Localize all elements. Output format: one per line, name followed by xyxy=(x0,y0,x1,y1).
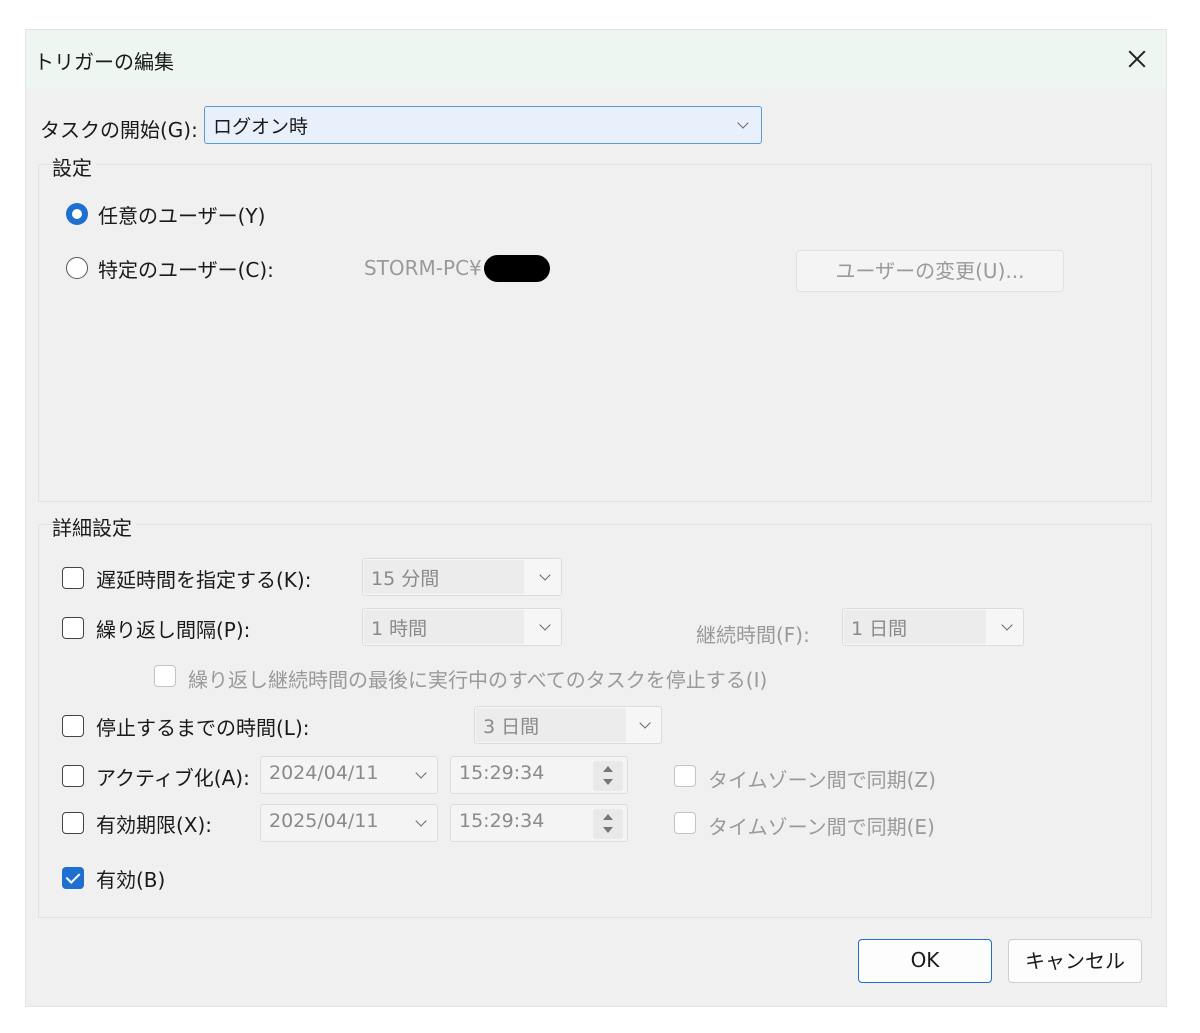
expire-checkbox[interactable] xyxy=(62,812,84,834)
any-user-label: 任意のユーザー(Y) xyxy=(98,204,266,228)
expire-time-spinner[interactable]: 15:29:34 xyxy=(450,804,628,842)
activate-time-spinner[interactable]: 15:29:34 xyxy=(450,756,628,794)
duration-value: 1 日間 xyxy=(851,618,908,640)
activate-date-picker[interactable]: 2024/04/11 xyxy=(260,756,438,794)
close-icon[interactable] xyxy=(1108,30,1166,88)
user-name-text: STORM-PC¥ xyxy=(364,256,482,280)
activate-sync-label: タイムゾーン間で同期(Z) xyxy=(708,768,936,792)
stop-all-tasks-checkbox[interactable] xyxy=(154,665,176,687)
spinner-arrows-icon[interactable] xyxy=(593,809,623,839)
activate-date-value: 2024/04/11 xyxy=(269,762,379,784)
stop-after-select[interactable]: 3 日間 xyxy=(474,706,662,744)
advanced-settings-group-label: 詳細設定 xyxy=(52,512,136,541)
expire-time-value: 15:29:34 xyxy=(459,810,545,832)
chevron-down-icon xyxy=(539,619,551,631)
dialog-title: トリガーの編集 xyxy=(34,50,174,74)
repeat-label: 繰り返し間隔(P): xyxy=(96,618,251,642)
activate-sync-checkbox[interactable] xyxy=(674,765,696,787)
any-user-radio[interactable] xyxy=(66,203,88,225)
delay-checkbox[interactable] xyxy=(62,567,84,589)
expire-date-picker[interactable]: 2025/04/11 xyxy=(260,804,438,842)
expire-date-value: 2025/04/11 xyxy=(269,810,379,832)
expire-sync-checkbox[interactable] xyxy=(674,812,696,834)
ok-button[interactable]: OK xyxy=(858,939,992,983)
chevron-down-icon xyxy=(1001,619,1013,631)
activate-label: アクティブ化(A): xyxy=(96,766,250,790)
expire-label: 有効期限(X): xyxy=(96,813,213,837)
duration-select[interactable]: 1 日間 xyxy=(842,608,1024,646)
enabled-checkbox[interactable] xyxy=(62,867,84,889)
settings-group-label: 設定 xyxy=(52,152,96,181)
expire-sync-label: タイムゾーン間で同期(E) xyxy=(708,815,935,839)
repeat-select[interactable]: 1 時間 xyxy=(362,608,562,646)
activate-checkbox[interactable] xyxy=(62,765,84,787)
chevron-down-icon xyxy=(737,117,749,129)
delay-label: 遅延時間を指定する(K): xyxy=(96,568,312,592)
cancel-button[interactable]: キャンセル xyxy=(1008,939,1142,983)
redaction-mark xyxy=(484,255,550,282)
task-start-value: ログオン時 xyxy=(213,116,309,138)
stop-after-value: 3 日間 xyxy=(483,716,540,738)
delay-select[interactable]: 15 分間 xyxy=(362,558,562,596)
chevron-down-icon xyxy=(539,569,551,581)
stop-after-checkbox[interactable] xyxy=(62,715,84,737)
chevron-down-icon xyxy=(639,717,651,729)
task-start-label: タスクの開始(G): xyxy=(40,118,198,142)
duration-label: 継続時間(F): xyxy=(696,623,810,647)
spinner-arrows-icon[interactable] xyxy=(593,761,623,791)
stop-all-tasks-label: 繰り返し継続時間の最後に実行中のすべてのタスクを停止する(I) xyxy=(188,668,768,692)
enabled-label: 有効(B) xyxy=(96,868,166,892)
delay-value: 15 分間 xyxy=(371,568,440,590)
title-bar: トリガーの編集 xyxy=(26,30,1166,88)
specific-user-radio[interactable] xyxy=(66,257,88,279)
task-start-select[interactable]: ログオン時 xyxy=(204,106,762,144)
change-user-button[interactable]: ユーザーの変更(U)... xyxy=(796,250,1064,292)
repeat-checkbox[interactable] xyxy=(62,617,84,639)
specific-user-label: 特定のユーザー(C): xyxy=(98,258,274,282)
chevron-down-icon xyxy=(415,767,427,779)
edit-trigger-dialog: トリガーの編集 タスクの開始(G): ログオン時 設定 任意のユーザー(Y) 特… xyxy=(26,30,1166,1006)
activate-time-value: 15:29:34 xyxy=(459,762,545,784)
repeat-value: 1 時間 xyxy=(371,618,428,640)
stop-after-label: 停止するまでの時間(L): xyxy=(96,716,310,740)
chevron-down-icon xyxy=(415,815,427,827)
